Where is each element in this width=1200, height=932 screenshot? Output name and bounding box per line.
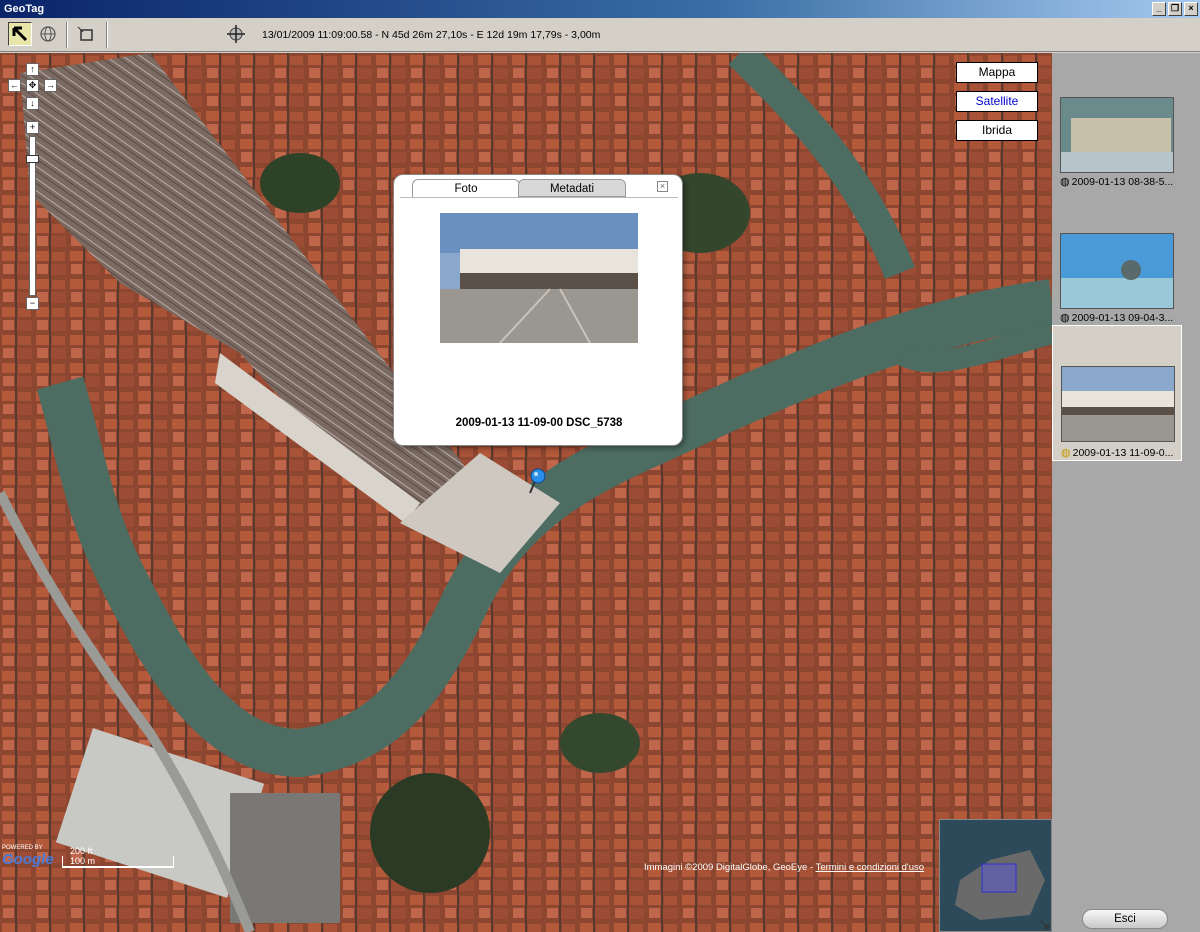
pan-right-button[interactable]: →: [44, 79, 57, 92]
window-title: GeoTag: [4, 3, 45, 15]
minimize-button[interactable]: _: [1152, 2, 1166, 16]
map-type-ibrida-button[interactable]: Ibrida: [956, 120, 1038, 141]
tab-foto[interactable]: Foto: [412, 179, 520, 197]
photo-thumbnail[interactable]: ◍ 2009-01-13 08-38-5...: [1052, 93, 1186, 193]
photo-preview: [440, 213, 638, 343]
select-tool-button[interactable]: [8, 22, 32, 46]
zoom-in-button[interactable]: +: [26, 121, 39, 134]
photo-thumbnail-selected[interactable]: ◍ 2009-01-13 11-09-0...: [1052, 325, 1182, 461]
scale-ft-label: 200 ft: [70, 846, 93, 856]
pan-up-button[interactable]: ↑: [26, 63, 39, 76]
pan-left-button[interactable]: ←: [8, 79, 21, 92]
photo-caption: 2009-01-13 11-09-00 DSC_5738: [455, 417, 623, 429]
crosshair-icon: [227, 25, 245, 43]
frame-icon: [77, 26, 93, 41]
thumbnail-image: [1060, 233, 1174, 309]
thumbnail-label: 2009-01-13 08-38-5...: [1071, 175, 1174, 188]
overview-imagery: [940, 820, 1051, 931]
zoom-out-button[interactable]: −: [26, 297, 39, 310]
crosshair-button[interactable]: [224, 22, 248, 46]
map-type-mappa-button[interactable]: Mappa: [956, 62, 1038, 83]
globe-icon: ◍: [1061, 447, 1071, 459]
overview-map[interactable]: [939, 819, 1052, 932]
map-attribution: Immagini ©2009 DigitalGlobe, GeoEye - Te…: [644, 862, 924, 873]
close-button[interactable]: ×: [1184, 2, 1198, 16]
satellite-map[interactable]: ↑ ← ✥ → ↓ + − Mappa Satellite Ibrida Fot…: [0, 53, 1052, 932]
thumbnail-label: 2009-01-13 11-09-0...: [1072, 446, 1174, 459]
pan-down-button[interactable]: ↓: [26, 97, 39, 110]
map-type-satellite-button[interactable]: Satellite: [956, 91, 1038, 112]
attribution-text: Immagini ©2009 DigitalGlobe, GeoEye -: [644, 862, 816, 873]
globe-icon: ◍: [1060, 176, 1070, 188]
tab-metadati[interactable]: Metadati: [518, 179, 626, 197]
arrow-pointer-icon: [12, 26, 28, 42]
frame-tool-button[interactable]: [74, 22, 98, 46]
photo-thumbnail[interactable]: ◍ 2009-01-13 09-04-3...: [1052, 229, 1186, 329]
exit-button[interactable]: Esci: [1082, 909, 1168, 929]
terms-link[interactable]: Termini e condizioni d'uso: [816, 862, 924, 873]
thumbnail-label: 2009-01-13 09-04-3...: [1071, 311, 1174, 324]
globe-icon: [40, 26, 56, 42]
popup-close-icon[interactable]: ×: [657, 181, 668, 192]
window-title-bar: GeoTag _ ❐ ×: [0, 0, 1200, 18]
google-logo[interactable]: POWERED BY Google: [2, 845, 54, 868]
overview-viewport[interactable]: [981, 863, 1017, 893]
map-scale: 200 ft 100 m: [62, 846, 174, 868]
zoom-slider-handle[interactable]: [26, 155, 39, 163]
thumbnail-image: [1060, 97, 1174, 173]
photo-info-window: Foto Metadati × 2009-01-13 11-09-00 DSC_…: [393, 174, 683, 446]
photo-marker-icon[interactable]: [524, 467, 546, 495]
photo-list-panel: ◍ 2009-01-13 08-38-5... ◍ 2009-01-13 09-04…: [1052, 53, 1200, 932]
scale-m-label: 100 m: [70, 856, 96, 866]
toolbar: 13/01/2009 11:09:00.58 - N 45d 26m 27,10…: [0, 18, 1200, 52]
maximize-button[interactable]: ❐: [1168, 2, 1182, 16]
google-logo-text: Google: [2, 851, 54, 868]
globe-tool-button[interactable]: [36, 22, 60, 46]
thumbnail-image: [1061, 366, 1175, 442]
globe-icon: ◍: [1060, 312, 1070, 324]
pan-center-button[interactable]: ✥: [26, 79, 39, 92]
coordinates-readout: 13/01/2009 11:09:00.58 - N 45d 26m 27,10…: [262, 29, 601, 41]
